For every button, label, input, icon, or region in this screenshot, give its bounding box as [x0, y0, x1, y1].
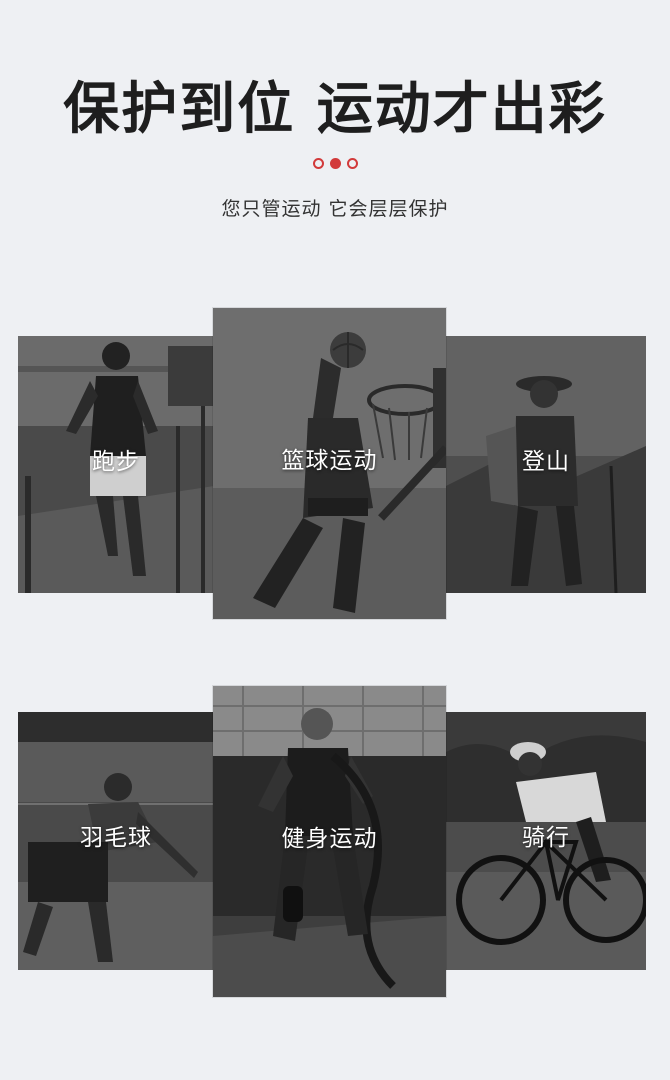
- tile-label: 篮球运动: [281, 448, 378, 474]
- tile-label: 登山: [522, 449, 570, 475]
- page-subtitle: 您只管运动 它会层层保护: [221, 198, 449, 220]
- title-divider-dots: [0, 158, 670, 169]
- sport-tile-hiking[interactable]: 登山: [446, 336, 646, 593]
- tile-label: 羽毛球: [80, 825, 152, 851]
- tile-label: 健身运动: [281, 826, 378, 852]
- sport-tile-cycling[interactable]: 骑行: [446, 712, 646, 970]
- tile-label: 跑步: [92, 449, 140, 475]
- tile-label: 骑行: [522, 825, 570, 851]
- sport-tile-fitness[interactable]: 健身运动: [213, 686, 446, 997]
- sport-tile-basketball[interactable]: 篮球运动: [213, 308, 446, 619]
- sport-tile-badminton[interactable]: 羽毛球: [18, 712, 214, 970]
- dot-solid-icon: [329, 158, 341, 169]
- dot-ring-icon: [312, 158, 324, 169]
- sport-tile-running[interactable]: 跑步: [18, 336, 214, 593]
- page-title: 保护到位 运动才出彩: [63, 77, 607, 142]
- dot-ring-icon: [346, 158, 358, 169]
